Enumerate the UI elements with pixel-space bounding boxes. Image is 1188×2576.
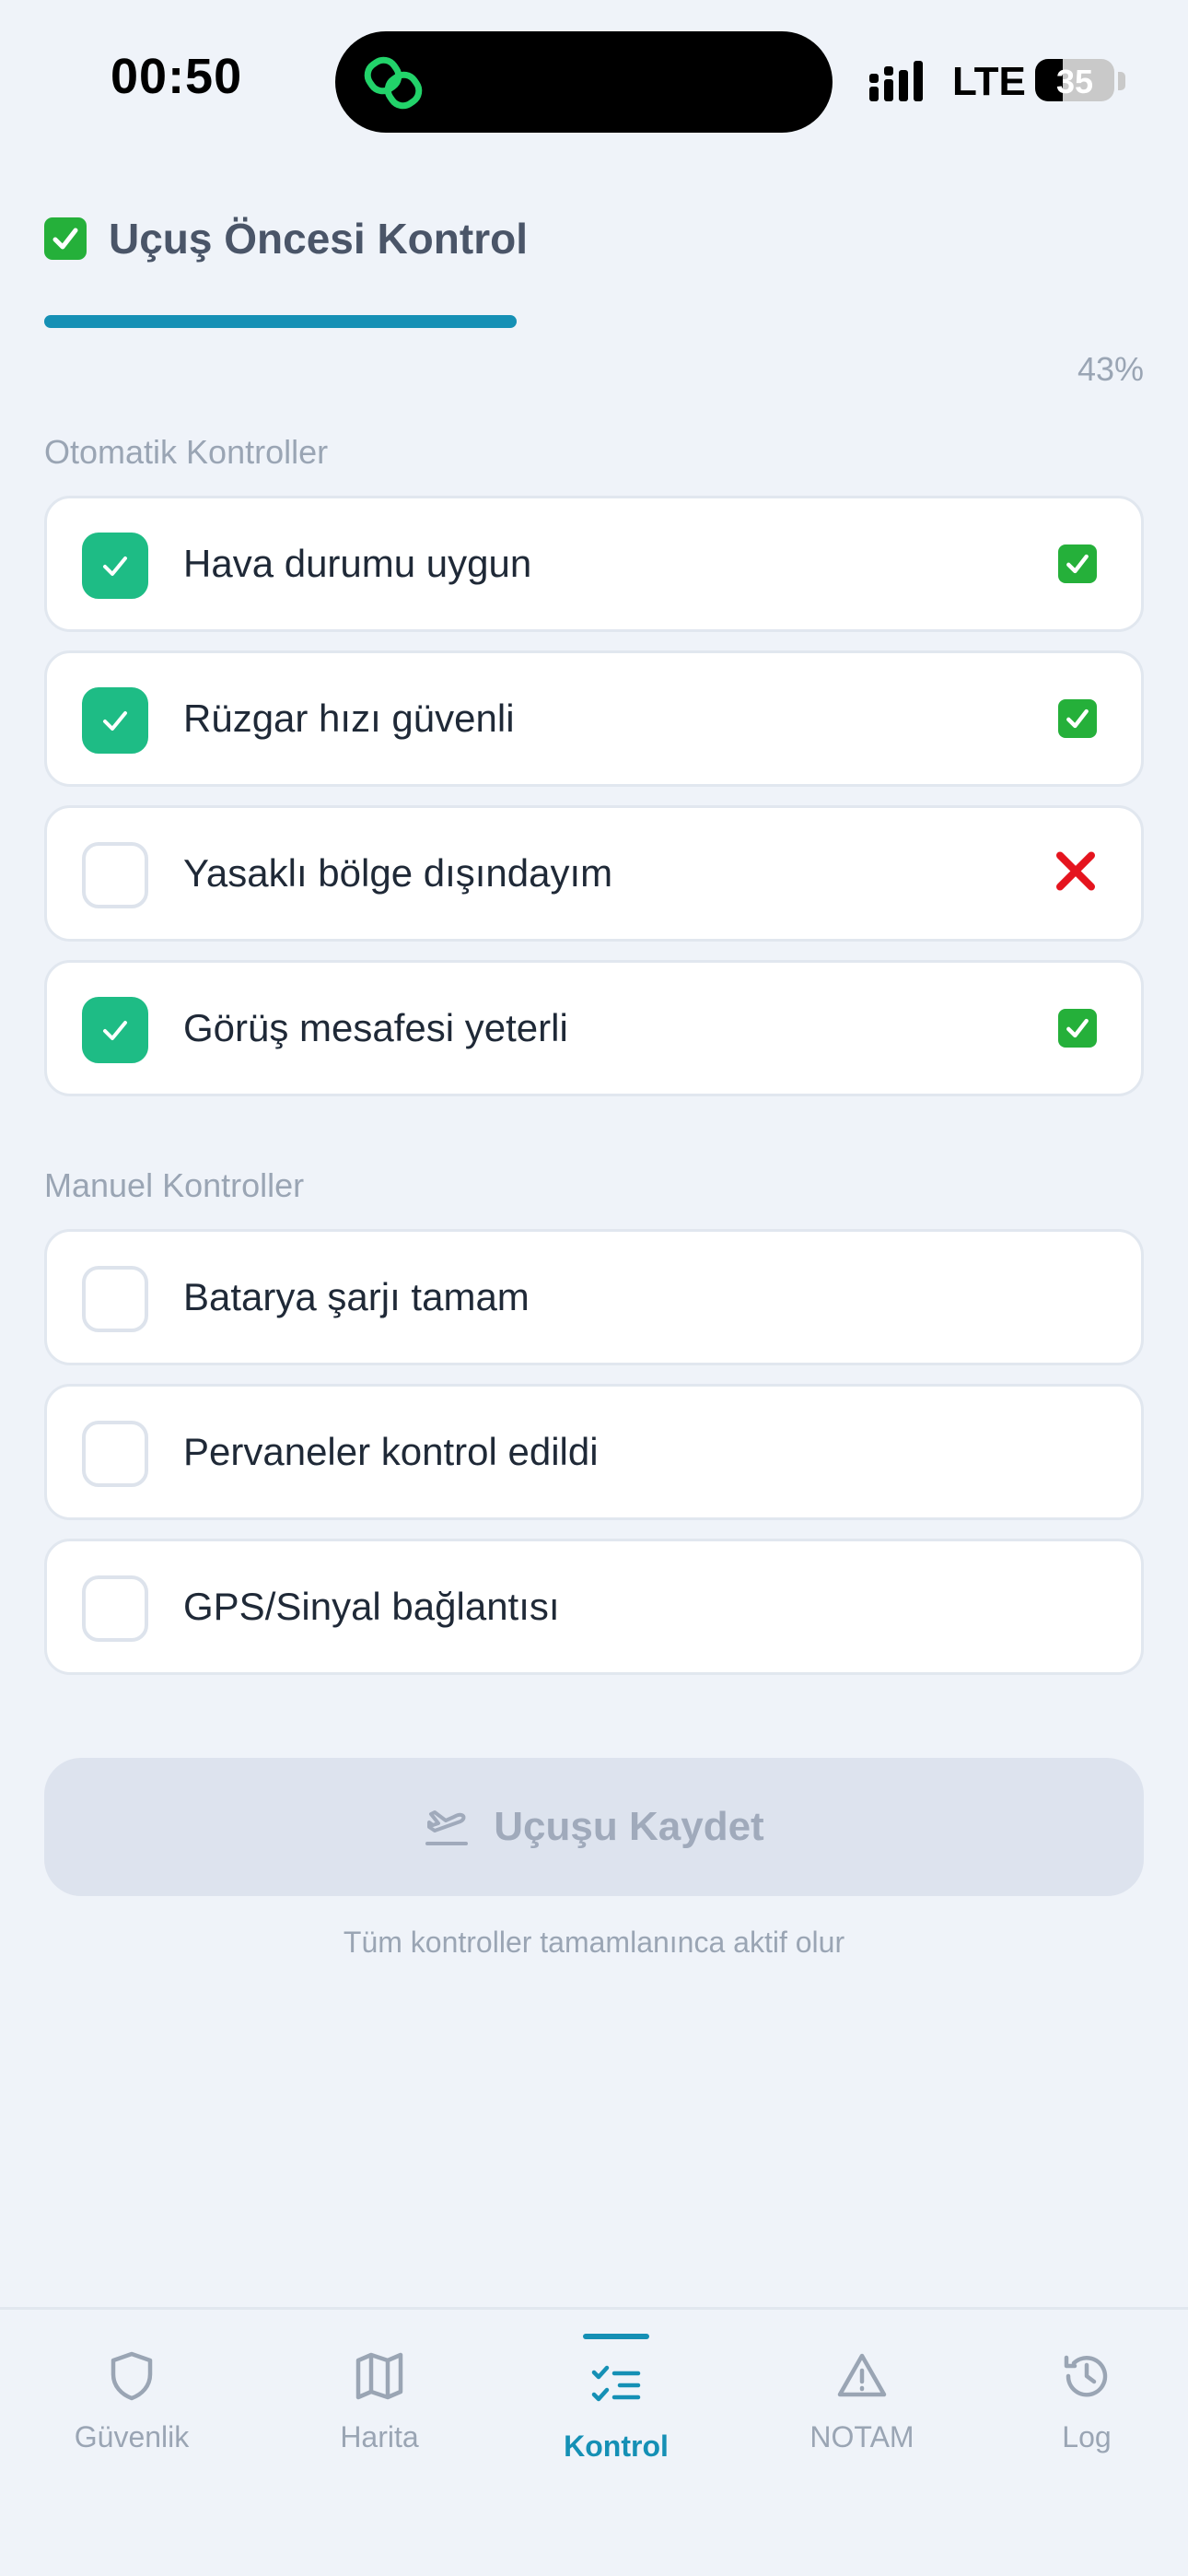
checkbox-checked[interactable]: [82, 533, 148, 599]
check-emoji-icon: [44, 217, 87, 260]
status-pass-icon: [1058, 699, 1097, 738]
map-icon: [355, 2352, 403, 2400]
active-tab-indicator: [583, 2334, 649, 2339]
save-hint: Tüm kontroller tamamlanınca aktif olur: [343, 1926, 845, 1959]
checklist-item-label: Görüş mesafesi yeterli: [183, 1006, 568, 1049]
nav-label: NOTAM: [809, 2420, 914, 2453]
checklist-item[interactable]: Hava durumu uygun: [44, 496, 1144, 632]
pass-check-icon: [1058, 544, 1097, 583]
checkbox-unchecked[interactable]: [82, 1421, 148, 1487]
checkbox-checked[interactable]: [82, 997, 148, 1063]
takeoff-icon: [425, 1810, 469, 1845]
checkbox-unchecked[interactable]: [82, 842, 148, 908]
battery-cap: [1118, 72, 1125, 90]
checklist-item[interactable]: Rüzgar hızı güvenli: [44, 650, 1144, 787]
automatic-checks-list: Hava durumu uygun Rüzgar hızı güvenli Yasa…: [44, 496, 1144, 1115]
nav-item-harita[interactable]: Harita: [278, 2310, 481, 2494]
checklist-item-label: Yasaklı bölge dışındayım: [183, 851, 613, 895]
save-flight-button[interactable]: Uçuşu Kaydet: [44, 1758, 1144, 1896]
progress-percentage: 43%: [1077, 350, 1144, 388]
page-header: Uçuş Öncesi Kontrol: [44, 214, 528, 263]
screen: 00:50 LTE 35 Uçuş Öncesi Kontrol 43% Oto…: [0, 0, 1188, 2576]
status-time: 00:50: [111, 49, 243, 104]
section-label-manual: Manuel Kontroller: [44, 1166, 305, 1204]
manual-checks-list: Batarya şarjı tamam Pervaneler kontrol ed…: [44, 1229, 1144, 1693]
nav-label: Güvenlik: [74, 2420, 190, 2453]
checklist-item-label: Hava durumu uygun: [183, 542, 532, 585]
checklist-item-label: Rüzgar hızı güvenli: [183, 697, 515, 740]
page-title: Uçuş Öncesi Kontrol: [109, 215, 528, 263]
warning-icon: [837, 2353, 887, 2397]
fail-cross-icon: [1056, 851, 1095, 891]
checklist-item-label: GPS/Sinyal bağlantısı: [183, 1585, 560, 1628]
save-button-label: Uçuşu Kaydet: [494, 1804, 764, 1849]
pass-check-icon: [1058, 699, 1097, 738]
checkbox-checked[interactable]: [82, 687, 148, 754]
status-pass-icon: [1058, 1009, 1097, 1048]
pass-check-icon: [1058, 1009, 1097, 1048]
shield-icon: [111, 2351, 153, 2401]
status-fail-icon: [1054, 850, 1097, 897]
checklist-item[interactable]: Batarya şarjı tamam: [44, 1229, 1144, 1365]
nav-item-guvenlik[interactable]: Güvenlik: [30, 2310, 233, 2494]
checkbox-unchecked[interactable]: [82, 1266, 148, 1332]
nav-item-log[interactable]: Log: [985, 2310, 1188, 2494]
checklist-item-label: Batarya şarjı tamam: [183, 1275, 530, 1318]
progress-fill: [44, 315, 518, 328]
link-app-icon: [364, 56, 423, 110]
nav-label: Kontrol: [564, 2430, 669, 2463]
bottom-navigation: Güvenlik Harita Kontrol NOTAM Log: [0, 2307, 1188, 2576]
checkbox-unchecked[interactable]: [82, 1575, 148, 1642]
nav-label: Harita: [340, 2420, 419, 2453]
battery-icon: 35: [1035, 59, 1114, 101]
status-pass-icon: [1058, 544, 1097, 583]
battery-text: 35: [1055, 63, 1094, 100]
checklist-item-label: Pervaneler kontrol edildi: [183, 1430, 599, 1473]
nav-label: Log: [1062, 2420, 1112, 2453]
checklist-icon: [591, 2365, 641, 2402]
checklist-item[interactable]: Pervaneler kontrol edildi: [44, 1384, 1144, 1520]
checklist-item[interactable]: GPS/Sinyal bağlantısı: [44, 1539, 1144, 1675]
progress-bar: [44, 315, 1144, 328]
dynamic-island: [335, 31, 833, 133]
network-type: LTE: [952, 59, 1026, 104]
nav-item-notam[interactable]: NOTAM: [761, 2310, 963, 2494]
checklist-item[interactable]: Görüş mesafesi yeterli: [44, 960, 1144, 1096]
section-label-automatic: Otomatik Kontroller: [44, 433, 329, 471]
signal-icon: [869, 61, 923, 101]
nav-item-kontrol[interactable]: Kontrol: [515, 2310, 717, 2494]
history-icon: [1064, 2355, 1108, 2397]
checklist-item[interactable]: Yasaklı bölge dışındayım: [44, 805, 1144, 942]
